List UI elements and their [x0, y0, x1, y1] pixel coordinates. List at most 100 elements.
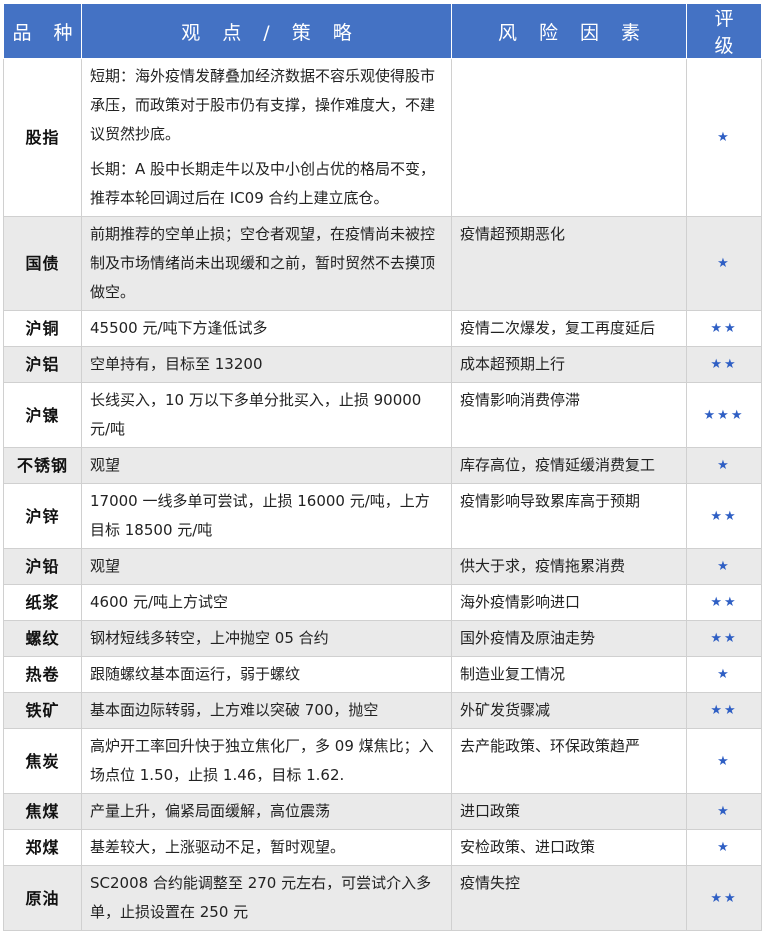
- view-text: 短期：海外疫情发酵叠加经济数据不容乐观使得股市承压，而政策对于股市仍有支撑，操作…: [90, 67, 436, 143]
- header-view: 观 点 / 策 略: [81, 3, 452, 59]
- risk-cell: 疫情超预期恶化: [451, 216, 687, 311]
- rating-stars: ★★★: [686, 382, 762, 448]
- view-text: 空单持有，目标至 13200: [90, 355, 263, 373]
- product-name: 股指: [3, 58, 82, 217]
- risk-cell: 疫情失控: [451, 865, 687, 931]
- product-name: 焦炭: [3, 728, 82, 794]
- view-cell: 45500 元/吨下方逢低试多: [81, 310, 452, 347]
- view-text: 产量上升，偏紧局面缓解，高位震荡: [90, 802, 331, 820]
- view-text: 45500 元/吨下方逢低试多: [90, 319, 268, 337]
- view-text: 高炉开工率回升快于独立焦化厂，多 09 煤焦比；入场点位 1.50，止损 1.4…: [90, 737, 434, 784]
- product-name: 螺纹: [3, 620, 82, 657]
- risk-cell: 安检政策、进口政策: [451, 829, 687, 866]
- risk-cell: [451, 58, 687, 217]
- risk-cell: 海外疫情影响进口: [451, 584, 687, 621]
- table-row: 热卷 跟随螺纹基本面运行，弱于螺纹 制造业复工情况 ★: [3, 656, 762, 693]
- view-text: 17000 一线多单可尝试，止损 16000 元/吨，上方目标 18500 元/…: [90, 492, 430, 539]
- table-row: 不锈钢 观望 库存高位，疫情延缓消费复工 ★: [3, 447, 762, 484]
- view-text: 钢材短线多转空，上冲抛空 05 合约: [90, 629, 329, 647]
- view-cell: 钢材短线多转空，上冲抛空 05 合约: [81, 620, 452, 657]
- rating-stars: ★★: [686, 483, 762, 549]
- view-cell: 4600 元/吨上方试空: [81, 584, 452, 621]
- rating-stars: ★★: [686, 584, 762, 621]
- product-name: 国债: [3, 216, 82, 311]
- rating-stars: ★: [686, 829, 762, 866]
- risk-cell: 疫情二次爆发，复工再度延后: [451, 310, 687, 347]
- view-text: 观望: [90, 456, 121, 474]
- view-text: 前期推荐的空单止损；空仓者观望，在疫情尚未被控制及市场情绪尚未出现缓和之前，暂时…: [90, 225, 436, 301]
- header-rating: 评 级: [686, 3, 762, 59]
- rating-stars: ★★: [686, 692, 762, 729]
- view-cell: 观望: [81, 548, 452, 585]
- view-text: SC2008 合约能调整至 270 元左右，可尝试介入多单，止损设置在 250 …: [90, 874, 432, 921]
- view-cell: 基本面边际转弱，上方难以突破 700，抛空: [81, 692, 452, 729]
- table-row: 沪锌 17000 一线多单可尝试，止损 16000 元/吨，上方目标 18500 …: [3, 483, 762, 549]
- table-row: 螺纹 钢材短线多转空，上冲抛空 05 合约 国外疫情及原油走势 ★★: [3, 620, 762, 657]
- view-cell: SC2008 合约能调整至 270 元左右，可尝试介入多单，止损设置在 250 …: [81, 865, 452, 931]
- risk-cell: 供大于求，疫情拖累消费: [451, 548, 687, 585]
- product-name: 不锈钢: [3, 447, 82, 484]
- product-name: 纸浆: [3, 584, 82, 621]
- view-text: 长线买入，10 万以下多单分批买入，止损 90000 元/吨: [90, 391, 422, 438]
- table-row: 铁矿 基本面边际转弱，上方难以突破 700，抛空 外矿发货骤减 ★★: [3, 692, 762, 729]
- table-row: 沪铜 45500 元/吨下方逢低试多 疫情二次爆发，复工再度延后 ★★: [3, 310, 762, 347]
- rating-stars: ★: [686, 216, 762, 311]
- product-name: 沪铜: [3, 310, 82, 347]
- rating-stars: ★: [686, 793, 762, 830]
- table-row: 股指 短期：海外疫情发酵叠加经济数据不容乐观使得股市承压，而政策对于股市仍有支撑，…: [3, 58, 762, 217]
- rating-stars: ★: [686, 58, 762, 217]
- product-name: 热卷: [3, 656, 82, 693]
- risk-cell: 库存高位，疫情延缓消费复工: [451, 447, 687, 484]
- view-cell: 跟随螺纹基本面运行，弱于螺纹: [81, 656, 452, 693]
- table-row: 纸浆 4600 元/吨上方试空 海外疫情影响进口 ★★: [3, 584, 762, 621]
- view-cell: 观望: [81, 447, 452, 484]
- product-name: 沪镍: [3, 382, 82, 448]
- rating-stars: ★: [686, 548, 762, 585]
- table-row: 沪镍 长线买入，10 万以下多单分批买入，止损 90000 元/吨 疫情影响消费停滞…: [3, 382, 762, 448]
- rating-stars: ★★: [686, 346, 762, 383]
- rating-stars: ★★: [686, 865, 762, 931]
- view-cell: 短期：海外疫情发酵叠加经济数据不容乐观使得股市承压，而政策对于股市仍有支撑，操作…: [81, 58, 452, 217]
- view-text: 观望: [90, 557, 121, 575]
- table-row: 焦煤 产量上升，偏紧局面缓解，高位震荡 进口政策 ★: [3, 793, 762, 830]
- view-text: 4600 元/吨上方试空: [90, 593, 228, 611]
- view-text: 跟随螺纹基本面运行，弱于螺纹: [90, 665, 301, 683]
- risk-cell: 成本超预期上行: [451, 346, 687, 383]
- product-name: 原油: [3, 865, 82, 931]
- table-row: 沪铝 空单持有，目标至 13200 成本超预期上行 ★★: [3, 346, 762, 383]
- table-row: 焦炭 高炉开工率回升快于独立焦化厂，多 09 煤焦比；入场点位 1.50，止损 1…: [3, 728, 762, 794]
- risk-cell: 疫情影响导致累库高于预期: [451, 483, 687, 549]
- risk-cell: 国外疫情及原油走势: [451, 620, 687, 657]
- view-cell: 空单持有，目标至 13200: [81, 346, 452, 383]
- view-cell: 基差较大，上涨驱动不足，暂时观望。: [81, 829, 452, 866]
- view-cell: 长线买入，10 万以下多单分批买入，止损 90000 元/吨: [81, 382, 452, 448]
- table-row: 原油 SC2008 合约能调整至 270 元左右，可尝试介入多单，止损设置在 25…: [3, 865, 762, 931]
- product-name: 沪铝: [3, 346, 82, 383]
- table-row: 国债 前期推荐的空单止损；空仓者观望，在疫情尚未被控制及市场情绪尚未出现缓和之前，…: [3, 216, 762, 311]
- view-text: 基本面边际转弱，上方难以突破 700，抛空: [90, 701, 379, 719]
- risk-cell: 外矿发货骤减: [451, 692, 687, 729]
- rating-stars: ★: [686, 447, 762, 484]
- table-row: 郑煤 基差较大，上涨驱动不足，暂时观望。 安检政策、进口政策 ★: [3, 829, 762, 866]
- header-risk: 风 险 因 素: [451, 3, 687, 59]
- risk-cell: 制造业复工情况: [451, 656, 687, 693]
- view-cell: 17000 一线多单可尝试，止损 16000 元/吨，上方目标 18500 元/…: [81, 483, 452, 549]
- risk-cell: 进口政策: [451, 793, 687, 830]
- product-name: 焦煤: [3, 793, 82, 830]
- rating-stars: ★★: [686, 310, 762, 347]
- view-cell: 高炉开工率回升快于独立焦化厂，多 09 煤焦比；入场点位 1.50，止损 1.4…: [81, 728, 452, 794]
- header-product: 品 种: [3, 3, 82, 59]
- risk-cell: 疫情影响消费停滞: [451, 382, 687, 448]
- product-name: 沪锌: [3, 483, 82, 549]
- product-name: 铁矿: [3, 692, 82, 729]
- view-cell: 产量上升，偏紧局面缓解，高位震荡: [81, 793, 452, 830]
- rating-stars: ★: [686, 728, 762, 794]
- header-row: 品 种 观 点 / 策 略 风 险 因 素 评 级: [3, 3, 762, 59]
- risk-cell: 去产能政策、环保政策趋严: [451, 728, 687, 794]
- rating-stars: ★: [686, 656, 762, 693]
- view-text: 基差较大，上涨驱动不足，暂时观望。: [90, 838, 346, 856]
- product-name: 沪铅: [3, 548, 82, 585]
- product-name: 郑煤: [3, 829, 82, 866]
- view-cell: 前期推荐的空单止损；空仓者观望，在疫情尚未被控制及市场情绪尚未出现缓和之前，暂时…: [81, 216, 452, 311]
- view-text: 长期：A 股中长期走牛以及中小创占优的格局不变，推荐本轮回调过后在 IC09 合…: [90, 160, 436, 207]
